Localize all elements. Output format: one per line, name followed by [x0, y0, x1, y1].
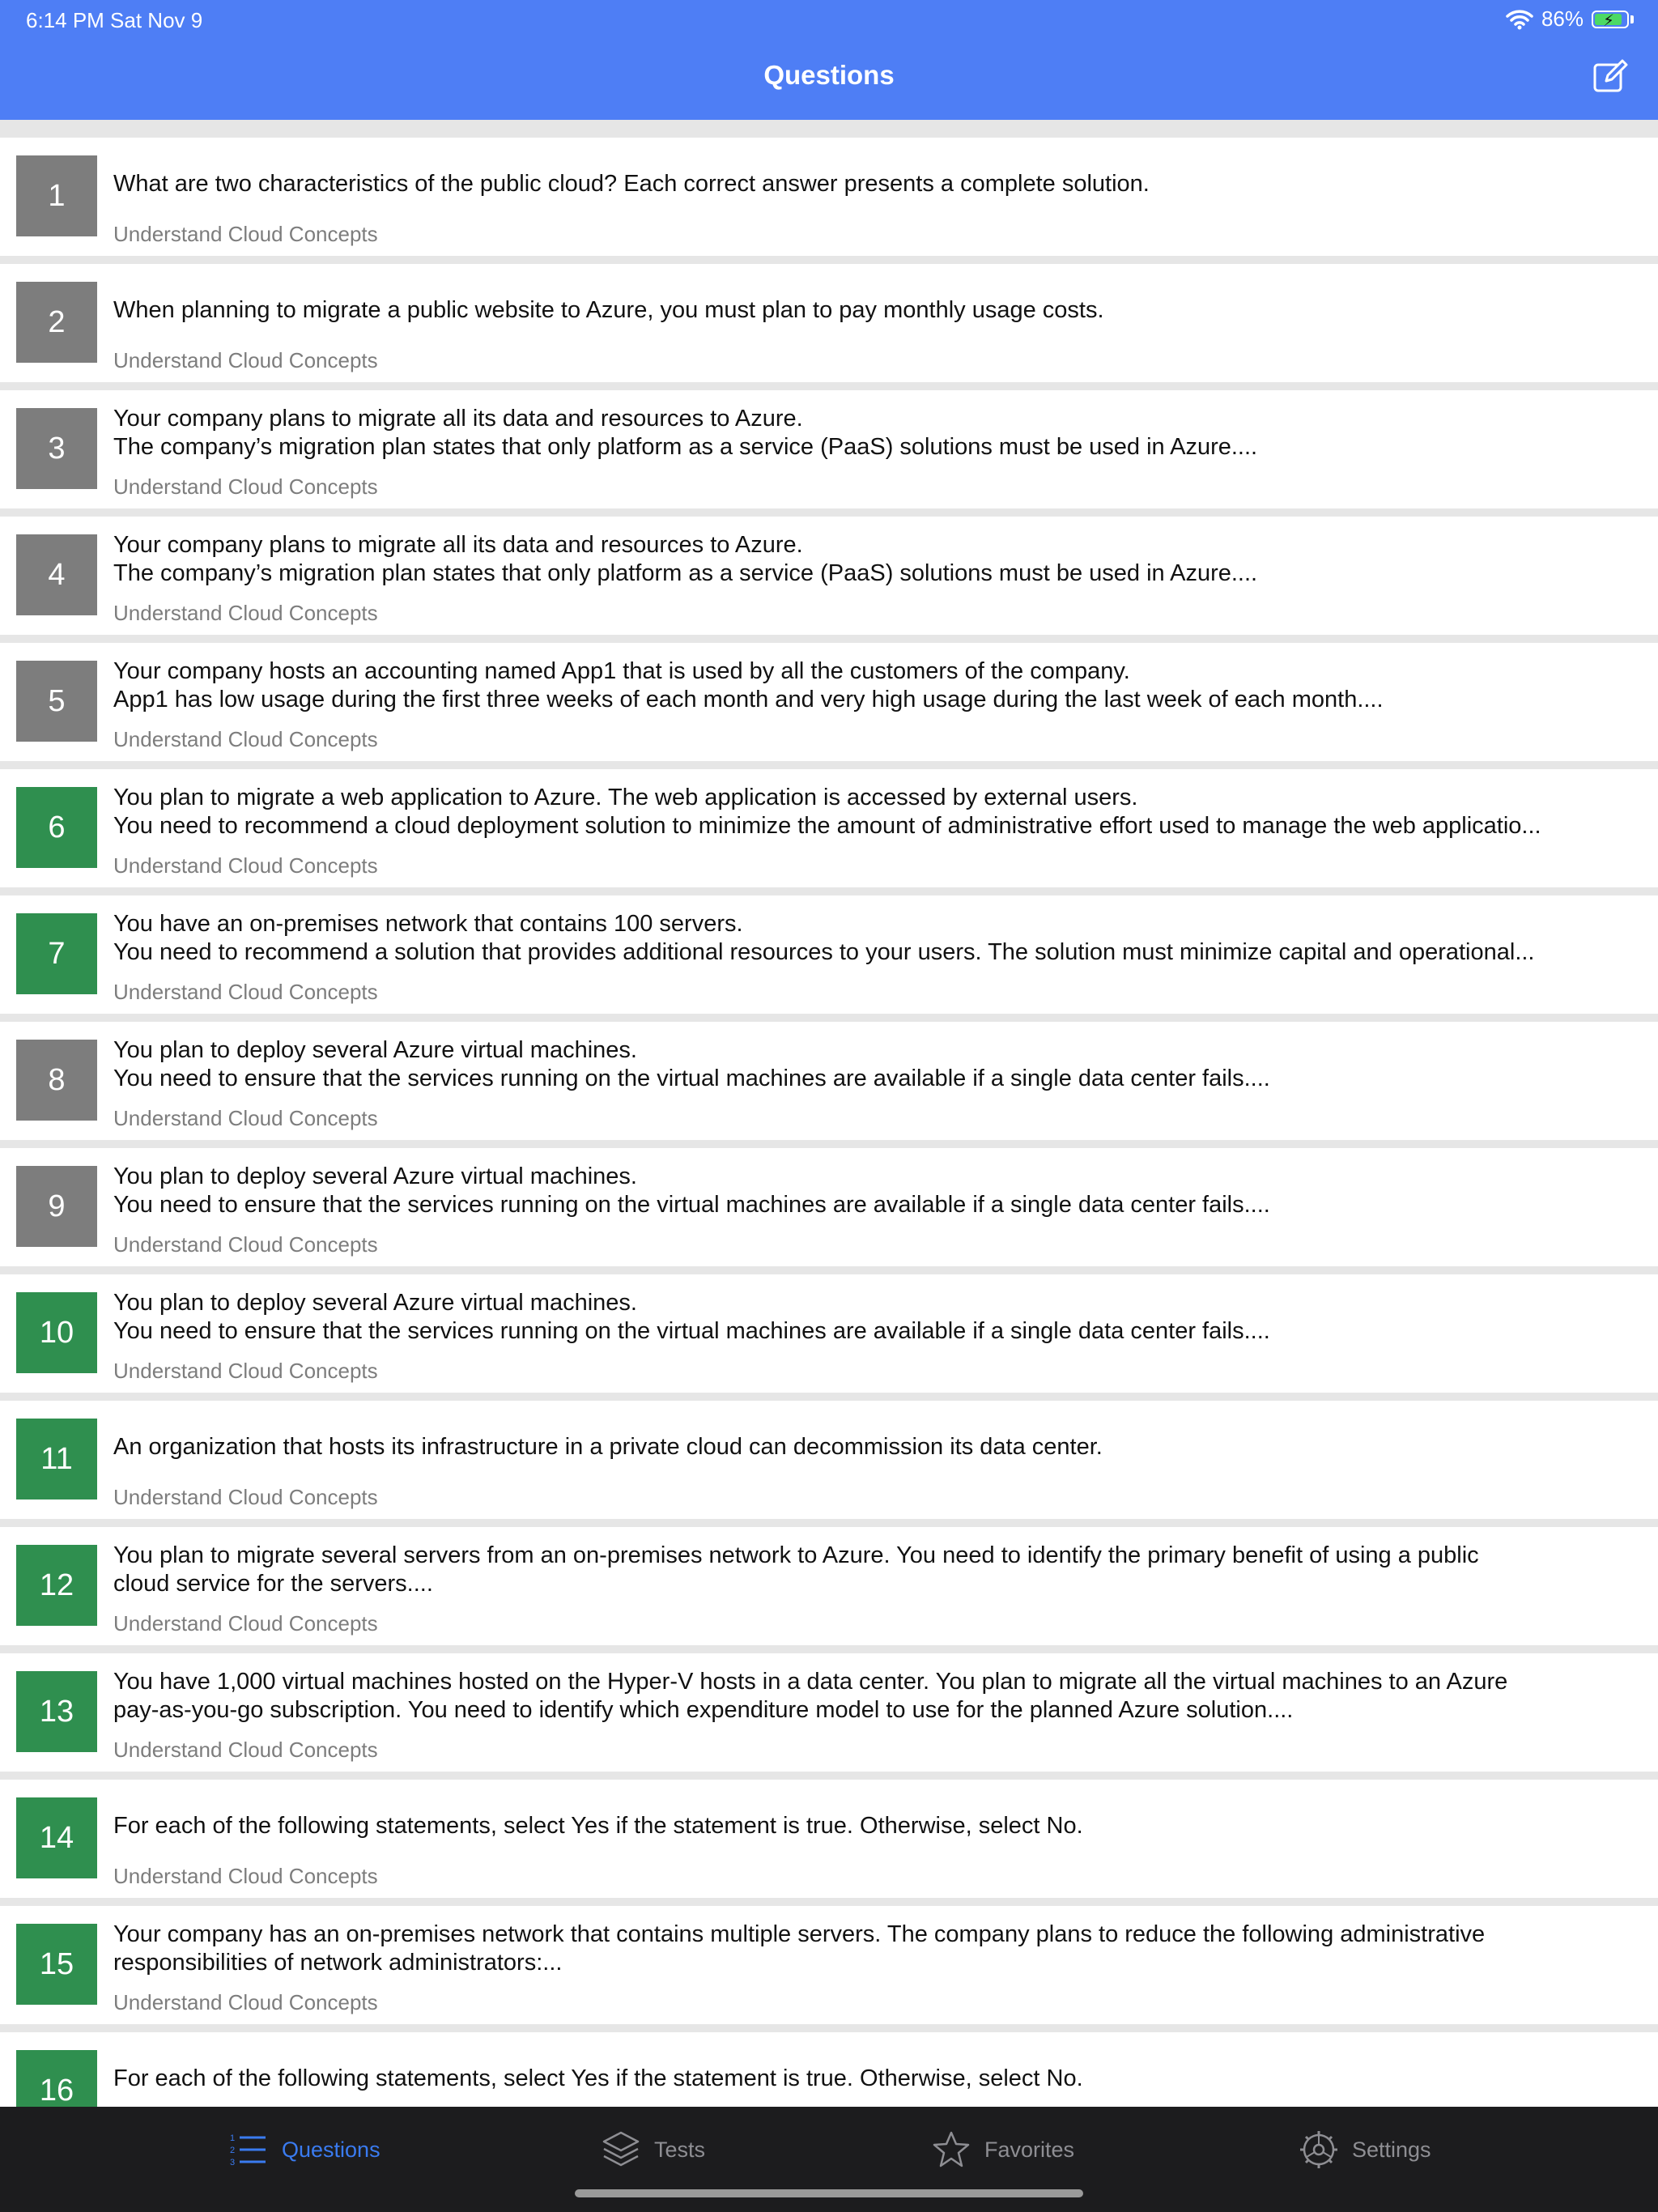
question-text: For each of the following statements, se… [113, 2065, 1083, 2091]
svg-text:1: 1 [230, 2133, 235, 2143]
question-category: Understand Cloud Concepts [113, 980, 378, 1004]
question-row[interactable]: 10 You plan to deploy several Azure virt… [0, 1274, 1658, 1393]
question-text: You plan to deploy several Azure virtual… [113, 1163, 1270, 1218]
question-category: Understand Cloud Concepts [113, 474, 378, 499]
question-row[interactable]: 3 Your company plans to migrate all its … [0, 390, 1658, 508]
question-number-badge: 12 [16, 1545, 97, 1626]
question-number-badge: 9 [16, 1166, 97, 1247]
question-row[interactable]: 9 You plan to deploy several Azure virtu… [0, 1148, 1658, 1266]
question-text: You plan to migrate several servers from… [113, 1542, 1479, 1597]
question-row[interactable]: 8 You plan to deploy several Azure virtu… [0, 1022, 1658, 1140]
question-row[interactable]: 4 Your company plans to migrate all its … [0, 517, 1658, 635]
question-text: For each of the following statements, se… [113, 1813, 1083, 1839]
layers-icon [602, 2131, 640, 2167]
question-number-badge: 1 [16, 155, 97, 236]
wifi-icon [1506, 9, 1533, 29]
question-number-badge: 11 [16, 1419, 97, 1499]
tab-label: Questions [282, 2137, 380, 2162]
question-text: You plan to migrate a web application to… [113, 785, 1541, 839]
question-category: Understand Cloud Concepts [113, 1611, 378, 1636]
question-text: You plan to deploy several Azure virtual… [113, 1037, 1270, 1091]
compose-icon[interactable] [1592, 58, 1629, 96]
question-row[interactable]: 5 Your company hosts an accounting named… [0, 643, 1658, 761]
question-number-badge: 3 [16, 408, 97, 489]
question-text: Your company plans to migrate all its da… [113, 406, 1258, 460]
question-text: You have an on-premises network that con… [113, 911, 1535, 965]
question-number-badge: 7 [16, 913, 97, 994]
tab-label: Tests [654, 2137, 706, 2162]
question-text: You plan to deploy several Azure virtual… [113, 1290, 1270, 1344]
question-category: Understand Cloud Concepts [113, 727, 378, 751]
status-time: 6:14 PM Sat Nov 9 [26, 8, 203, 32]
question-row[interactable]: 13 You have 1,000 virtual machines hoste… [0, 1653, 1658, 1772]
battery-icon: ⚡ [1592, 10, 1634, 30]
question-category: Understand Cloud Concepts [113, 1106, 378, 1130]
question-number-badge: 15 [16, 1924, 97, 2005]
star-icon [933, 2131, 970, 2167]
question-text: Your company hosts an accounting named A… [113, 658, 1384, 713]
tab-label: Settings [1352, 2137, 1431, 2162]
tab-questions[interactable]: 1 2 3 Questions [228, 2129, 380, 2170]
question-number-badge: 5 [16, 661, 97, 742]
question-row[interactable]: 6 You plan to migrate a web application … [0, 769, 1658, 887]
question-number-badge: 2 [16, 282, 97, 363]
top-bar: 6:14 PM Sat Nov 9 86% ⚡ Questions [0, 0, 1658, 120]
question-category: Understand Cloud Concepts [113, 348, 378, 372]
tab-label: Favorites [984, 2137, 1075, 2162]
battery-percent: 86% [1541, 6, 1584, 31]
question-text: Your company has an on-premises network … [113, 1921, 1486, 1976]
svg-text:3: 3 [230, 2158, 235, 2167]
gear-icon [1300, 2131, 1337, 2168]
question-number-badge: 8 [16, 1040, 97, 1121]
question-text: An organization that hosts its infrastru… [113, 1434, 1103, 1460]
question-row[interactable]: 7 You have an on-premises network that c… [0, 895, 1658, 1014]
question-row[interactable]: 11 An organization that hosts its infras… [0, 1401, 1658, 1519]
question-category: Understand Cloud Concepts [113, 1990, 378, 2014]
svg-text:2: 2 [230, 2146, 235, 2155]
tab-favorites[interactable]: Favorites [931, 2129, 1074, 2170]
question-category: Understand Cloud Concepts [113, 1738, 378, 1762]
question-text: Your company plans to migrate all its da… [113, 532, 1258, 586]
question-row[interactable]: 2 When planning to migrate a public webs… [0, 264, 1658, 382]
question-row[interactable]: 14 For each of the following statements,… [0, 1780, 1658, 1898]
question-category: Understand Cloud Concepts [113, 601, 378, 625]
list-icon: 1 2 3 [230, 2133, 266, 2167]
question-number-badge: 10 [16, 1292, 97, 1373]
question-number-badge: 14 [16, 1797, 97, 1878]
status-indicators: 86% ⚡ [1506, 6, 1634, 32]
question-text: You have 1,000 virtual machines hosted o… [113, 1669, 1508, 1723]
question-category: Understand Cloud Concepts [113, 1359, 378, 1383]
page-title: Questions [763, 60, 895, 90]
tab-settings[interactable]: Settings [1299, 2129, 1431, 2170]
question-number-badge: 6 [16, 787, 97, 868]
question-number-badge: 4 [16, 534, 97, 615]
question-category: Understand Cloud Concepts [113, 1232, 378, 1257]
question-row[interactable]: 15 Your company has an on-premises netwo… [0, 1906, 1658, 2024]
question-row[interactable]: 1 What are two characteristics of the pu… [0, 138, 1658, 256]
charging-bolt-icon: ⚡ [1603, 11, 1615, 30]
question-text: What are two characteristics of the publ… [113, 171, 1150, 197]
question-number-badge: 13 [16, 1671, 97, 1752]
question-category: Understand Cloud Concepts [113, 853, 378, 878]
question-text: When planning to migrate a public websit… [113, 297, 1104, 323]
question-row[interactable]: 12 You plan to migrate several servers f… [0, 1527, 1658, 1645]
question-category: Understand Cloud Concepts [113, 1485, 378, 1509]
question-category: Understand Cloud Concepts [113, 1864, 378, 1888]
tab-tests[interactable]: Tests [601, 2129, 705, 2170]
question-category: Understand Cloud Concepts [113, 222, 378, 246]
home-indicator [575, 2189, 1083, 2197]
